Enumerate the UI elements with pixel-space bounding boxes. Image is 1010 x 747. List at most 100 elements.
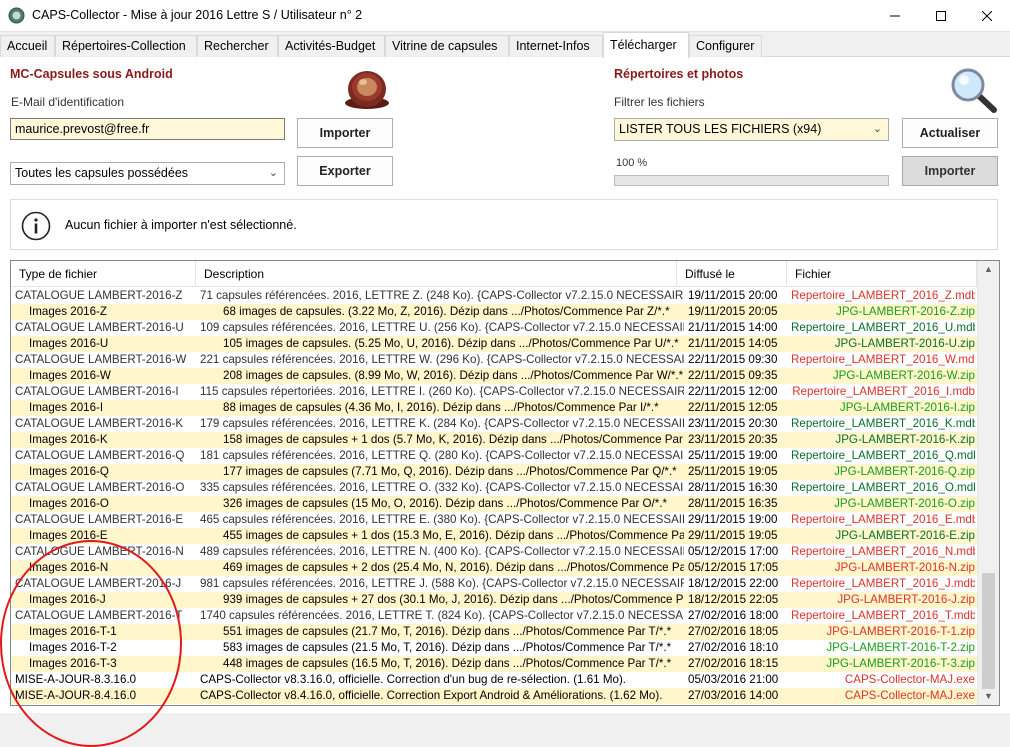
description-cell: 326 images de capsules (15 Mo, O, 2016).… [223, 497, 668, 510]
tab-repertoires-collection[interactable]: Répertoires-Collection [55, 35, 197, 57]
description-cell: 158 images de capsules + 1 dos (5.7 Mo, … [223, 433, 684, 446]
scroll-thumb[interactable] [982, 573, 995, 689]
type-cell: CATALOGUE LAMBERT-2016-I [15, 385, 179, 398]
android-section-title: MC-Capsules sous Android [10, 67, 173, 81]
refresh-button[interactable]: Actualiser [902, 118, 998, 148]
file-filter-label: Filtrer les fichiers [614, 95, 705, 109]
type-cell: CATALOGUE LAMBERT-2016-Z [15, 289, 183, 302]
email-field[interactable]: maurice.prevost@free.fr [10, 118, 285, 140]
file-cell: Repertoire_LAMBERT_2016_U.mdb [791, 321, 975, 334]
column-header-file[interactable]: Fichier [787, 261, 977, 287]
file-cell: Repertoire_LAMBERT_2016_N.mdb [791, 545, 975, 558]
table-row[interactable]: MISE-A-JOUR-8.4.16.0 CAPS-Collector v8.4.… [11, 688, 977, 704]
files-import-button[interactable]: Importer [902, 156, 998, 186]
capsules-filter-select[interactable]: Toutes les capsules possédées ⌄ [10, 162, 285, 185]
progress-label: 100 % [616, 157, 648, 169]
table-row[interactable]: Images 2016-O 326 images de capsules (15 … [11, 496, 977, 512]
email-label: E-Mail d'identification [11, 95, 125, 109]
table-row[interactable]: Images 2016-T-3 448 images de capsules (1… [11, 656, 977, 672]
capsules-filter-value: Toutes les capsules possédées [15, 166, 189, 180]
repertoires-section-title: Répertoires et photos [614, 67, 744, 81]
table-row[interactable]: CATALOGUE LAMBERT-2016-I 115 capsules rép… [11, 384, 977, 400]
progress-fill [615, 176, 888, 185]
android-import-button[interactable]: Importer [297, 118, 393, 148]
description-cell: 88 images de capsules (4.36 Mo, I, 2016)… [223, 401, 659, 414]
tab-configurer[interactable]: Configurer [689, 35, 762, 57]
table-row[interactable]: Images 2016-W 208 images de capsules. (8.… [11, 368, 977, 384]
type-cell: CATALOGUE LAMBERT-2016-J [15, 577, 182, 590]
close-icon [982, 10, 992, 21]
vertical-scrollbar[interactable]: ▲ ▼ [977, 261, 999, 705]
table-row[interactable]: Images 2016-T-2 583 images de capsules (2… [11, 640, 977, 656]
file-cell: CAPS-Collector-MAJ.exe [844, 689, 975, 702]
scroll-up-icon[interactable]: ▲ [978, 261, 999, 278]
bottle-cap-icon [8, 7, 25, 24]
android-export-button[interactable]: Exporter [297, 156, 393, 186]
table-row[interactable]: Images 2016-Z 68 images de capsules. (3.2… [11, 304, 977, 320]
file-cell: JPG-LAMBERT-2016-K.zip [835, 433, 975, 446]
table-row[interactable]: Images 2016-I 88 images de capsules (4.36… [11, 400, 977, 416]
file-cell: Repertoire_LAMBERT_2016_J.mdb [791, 577, 975, 590]
tab-internet-infos[interactable]: Internet-Infos [509, 35, 603, 57]
tab-activites-budget[interactable]: Activités-Budget [278, 35, 385, 57]
type-cell: MISE-A-JOUR-8.3.16.0 [15, 673, 137, 686]
tab-rechercher[interactable]: Rechercher [197, 35, 278, 57]
table-row[interactable]: Images 2016-J 939 images de capsules + 27… [11, 592, 977, 608]
date-cell: 27/02/2016 18:00 [688, 609, 779, 622]
file-cell: Repertoire_LAMBERT_2016_T.mdb [791, 609, 975, 622]
table-row[interactable]: Images 2016-U 105 images de capsules. (5.… [11, 336, 977, 352]
column-header-type[interactable]: Type de fichier [11, 261, 196, 287]
file-cell: Repertoire_LAMBERT_2016_K.mdb [791, 417, 975, 430]
column-header-date[interactable]: Diffusé le [677, 261, 787, 287]
table-row[interactable]: CATALOGUE LAMBERT-2016-E 465 capsules réf… [11, 512, 977, 528]
table-row[interactable]: Images 2016-Q 177 images de capsules (7.7… [11, 464, 977, 480]
close-button[interactable] [964, 0, 1010, 31]
table-row[interactable]: CATALOGUE LAMBERT-2016-U 109 capsules réf… [11, 320, 977, 336]
file-cell: JPG-LAMBERT-2016-J.zip [837, 593, 975, 606]
tab-accueil[interactable]: Accueil [0, 35, 55, 57]
table-row[interactable]: Images 2016-T-1 551 images de capsules (2… [11, 624, 977, 640]
date-cell: 27/02/2016 18:05 [688, 625, 779, 638]
description-cell: 583 images de capsules (21.5 Mo, T, 2016… [223, 641, 672, 654]
type-cell: Images 2016-Q [29, 465, 109, 478]
maximize-button[interactable] [918, 0, 964, 31]
date-cell: 22/11/2015 09:35 [688, 369, 778, 382]
description-cell: 489 capsules référencées. 2016, LETTRE N… [200, 545, 684, 558]
table-row[interactable]: MISE-A-JOUR-8.3.16.0 CAPS-Collector v8.3.… [11, 672, 977, 688]
type-cell: CATALOGUE LAMBERT-2016-K [15, 417, 184, 430]
description-cell: 465 capsules référencées. 2016, LETTRE E… [200, 513, 684, 526]
table-row[interactable]: CATALOGUE LAMBERT-2016-O 335 capsules réf… [11, 480, 977, 496]
file-cell: JPG-LAMBERT-2016-T-3.zip [826, 657, 975, 670]
table-row[interactable]: CATALOGUE LAMBERT-2016-J 981 capsules réf… [11, 576, 977, 592]
date-cell: 05/12/2015 17:05 [688, 561, 779, 574]
table-row[interactable]: CATALOGUE LAMBERT-2016-T 1740 capsules ré… [11, 608, 977, 624]
type-cell: Images 2016-J [29, 593, 106, 606]
table-row[interactable]: CATALOGUE LAMBERT-2016-K 179 capsules réf… [11, 416, 977, 432]
tab-telecharger[interactable]: Télécharger [603, 32, 689, 58]
description-cell: 68 images de capsules. (3.22 Mo, Z, 2016… [223, 305, 670, 318]
minimize-button[interactable] [872, 0, 918, 31]
chevron-down-icon: ⌄ [268, 167, 278, 179]
file-filter-select[interactable]: LISTER TOUS LES FICHIERS (x94) ⌄ [614, 118, 889, 141]
table-row[interactable]: CATALOGUE LAMBERT-2016-W 221 capsules réf… [11, 352, 977, 368]
column-header-description[interactable]: Description [196, 261, 677, 287]
date-cell: 23/11/2015 20:35 [688, 433, 778, 446]
tab-vitrine-de-capsules[interactable]: Vitrine de capsules [385, 35, 509, 57]
table-row[interactable]: CATALOGUE LAMBERT-2016-Z 71 capsules réfé… [11, 288, 977, 304]
type-cell: CATALOGUE LAMBERT-2016-E [15, 513, 184, 526]
magnifier-icon [951, 68, 997, 113]
download-panel: MC-Capsules sous Android E-Mail d'identi… [0, 57, 1010, 747]
bottle-cap-logo-icon [345, 71, 389, 109]
table-row[interactable]: CATALOGUE LAMBERT-2016-N 489 capsules réf… [11, 544, 977, 560]
table-row[interactable]: Images 2016-E 455 images de capsules + 1 … [11, 528, 977, 544]
description-cell: 177 images de capsules (7.71 Mo, Q, 2016… [223, 465, 677, 478]
scroll-down-icon[interactable]: ▼ [978, 688, 999, 705]
table-row[interactable]: Images 2016-K 158 images de capsules + 1 … [11, 432, 977, 448]
file-cell: JPG-LAMBERT-2016-W.zip [832, 369, 975, 382]
files-table[interactable]: Type de fichier Description Diffusé le F… [10, 260, 1000, 706]
table-row[interactable]: Images 2016-N 469 images de capsules + 2 … [11, 560, 977, 576]
info-icon [21, 211, 51, 241]
file-cell: CAPS-Collector-MAJ.exe [844, 673, 975, 686]
date-cell: 21/11/2015 14:00 [688, 321, 778, 334]
table-row[interactable]: CATALOGUE LAMBERT-2016-Q 181 capsules réf… [11, 448, 977, 464]
